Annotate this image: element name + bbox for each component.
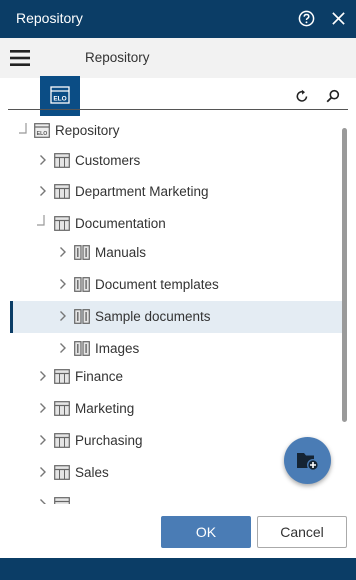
tree-item-customers[interactable]: Customers xyxy=(10,145,343,177)
tree-item-manuals[interactable]: Manuals xyxy=(10,237,343,269)
binder-icon xyxy=(74,245,90,260)
tree-item-label: Marketing xyxy=(75,401,135,416)
tree-root-row[interactable]: ELO Repository xyxy=(10,115,343,147)
tree-item-label: Finance xyxy=(75,369,124,384)
bottom-bar xyxy=(0,558,356,580)
window-title: Repository xyxy=(16,10,83,26)
tree-item-sample-documents[interactable]: Sample documents xyxy=(10,301,343,333)
chevron-right-icon[interactable] xyxy=(58,246,68,258)
tree-item-label: Department Marketing xyxy=(75,184,209,199)
chevron-right-icon[interactable] xyxy=(38,370,48,382)
tree-item-label: Document templates xyxy=(95,277,219,292)
search-icon[interactable] xyxy=(326,89,340,103)
binder-icon xyxy=(74,309,90,324)
menu-icon[interactable] xyxy=(10,50,30,66)
tree-connector-icon xyxy=(37,215,45,226)
cabinet-icon xyxy=(54,401,70,416)
chevron-right-icon[interactable] xyxy=(38,434,48,446)
tree-item-marketing[interactable]: Marketing xyxy=(10,393,343,425)
cancel-button[interactable]: Cancel xyxy=(257,516,347,548)
chevron-right-icon[interactable] xyxy=(58,310,68,322)
cabinet-icon xyxy=(54,465,70,480)
binder-icon xyxy=(74,277,90,292)
tree-item-document-templates[interactable]: Document templates xyxy=(10,269,343,301)
tree-item-label: Manuals xyxy=(95,245,147,260)
tree-toolbar xyxy=(8,84,348,110)
chevron-right-icon[interactable] xyxy=(38,466,48,478)
tree-item-label: Documentation xyxy=(75,216,166,231)
elo-repository-icon: ELO xyxy=(34,123,50,138)
tree-item-finance[interactable]: Finance xyxy=(10,361,343,393)
header-title: Repository xyxy=(85,50,150,65)
close-icon[interactable] xyxy=(331,11,346,26)
cabinet-icon xyxy=(54,433,70,448)
chevron-right-icon[interactable] xyxy=(58,342,68,354)
title-bar: Repository xyxy=(0,0,356,38)
tree-item-label: Customers xyxy=(75,153,141,168)
tree-scrollbar[interactable] xyxy=(342,128,347,422)
help-icon[interactable] xyxy=(298,10,315,27)
cabinet-icon xyxy=(54,184,70,199)
header-bar: ELO Repository xyxy=(0,38,356,116)
chevron-right-icon[interactable] xyxy=(38,402,48,414)
tree-item-department-marketing[interactable]: Department Marketing xyxy=(10,176,343,208)
tree-item-label: Images xyxy=(95,341,140,356)
cabinet-icon xyxy=(54,497,70,504)
tree-item-documentation[interactable]: Documentation xyxy=(10,208,343,240)
svg-text:ELO: ELO xyxy=(37,131,48,137)
binder-icon xyxy=(74,341,90,356)
chevron-right-icon[interactable] xyxy=(58,278,68,290)
new-folder-button[interactable] xyxy=(284,437,331,484)
tree-item-label: Sample documents xyxy=(95,309,211,324)
tree-item-partial[interactable] xyxy=(10,489,343,504)
chevron-right-icon[interactable] xyxy=(38,154,48,166)
ok-button[interactable]: OK xyxy=(161,516,251,548)
tree-root-label: Repository xyxy=(55,123,120,138)
cabinet-icon xyxy=(54,153,70,168)
tree-item-label: Purchasing xyxy=(75,433,143,448)
chevron-right-icon[interactable] xyxy=(38,498,48,504)
cabinet-icon xyxy=(54,216,70,231)
new-folder-icon xyxy=(297,453,319,471)
cabinet-icon xyxy=(54,369,70,384)
chevron-right-icon[interactable] xyxy=(38,185,48,197)
refresh-icon[interactable] xyxy=(295,89,309,103)
tree-item-label: Sales xyxy=(75,465,109,480)
tree-connector-icon xyxy=(19,123,27,134)
